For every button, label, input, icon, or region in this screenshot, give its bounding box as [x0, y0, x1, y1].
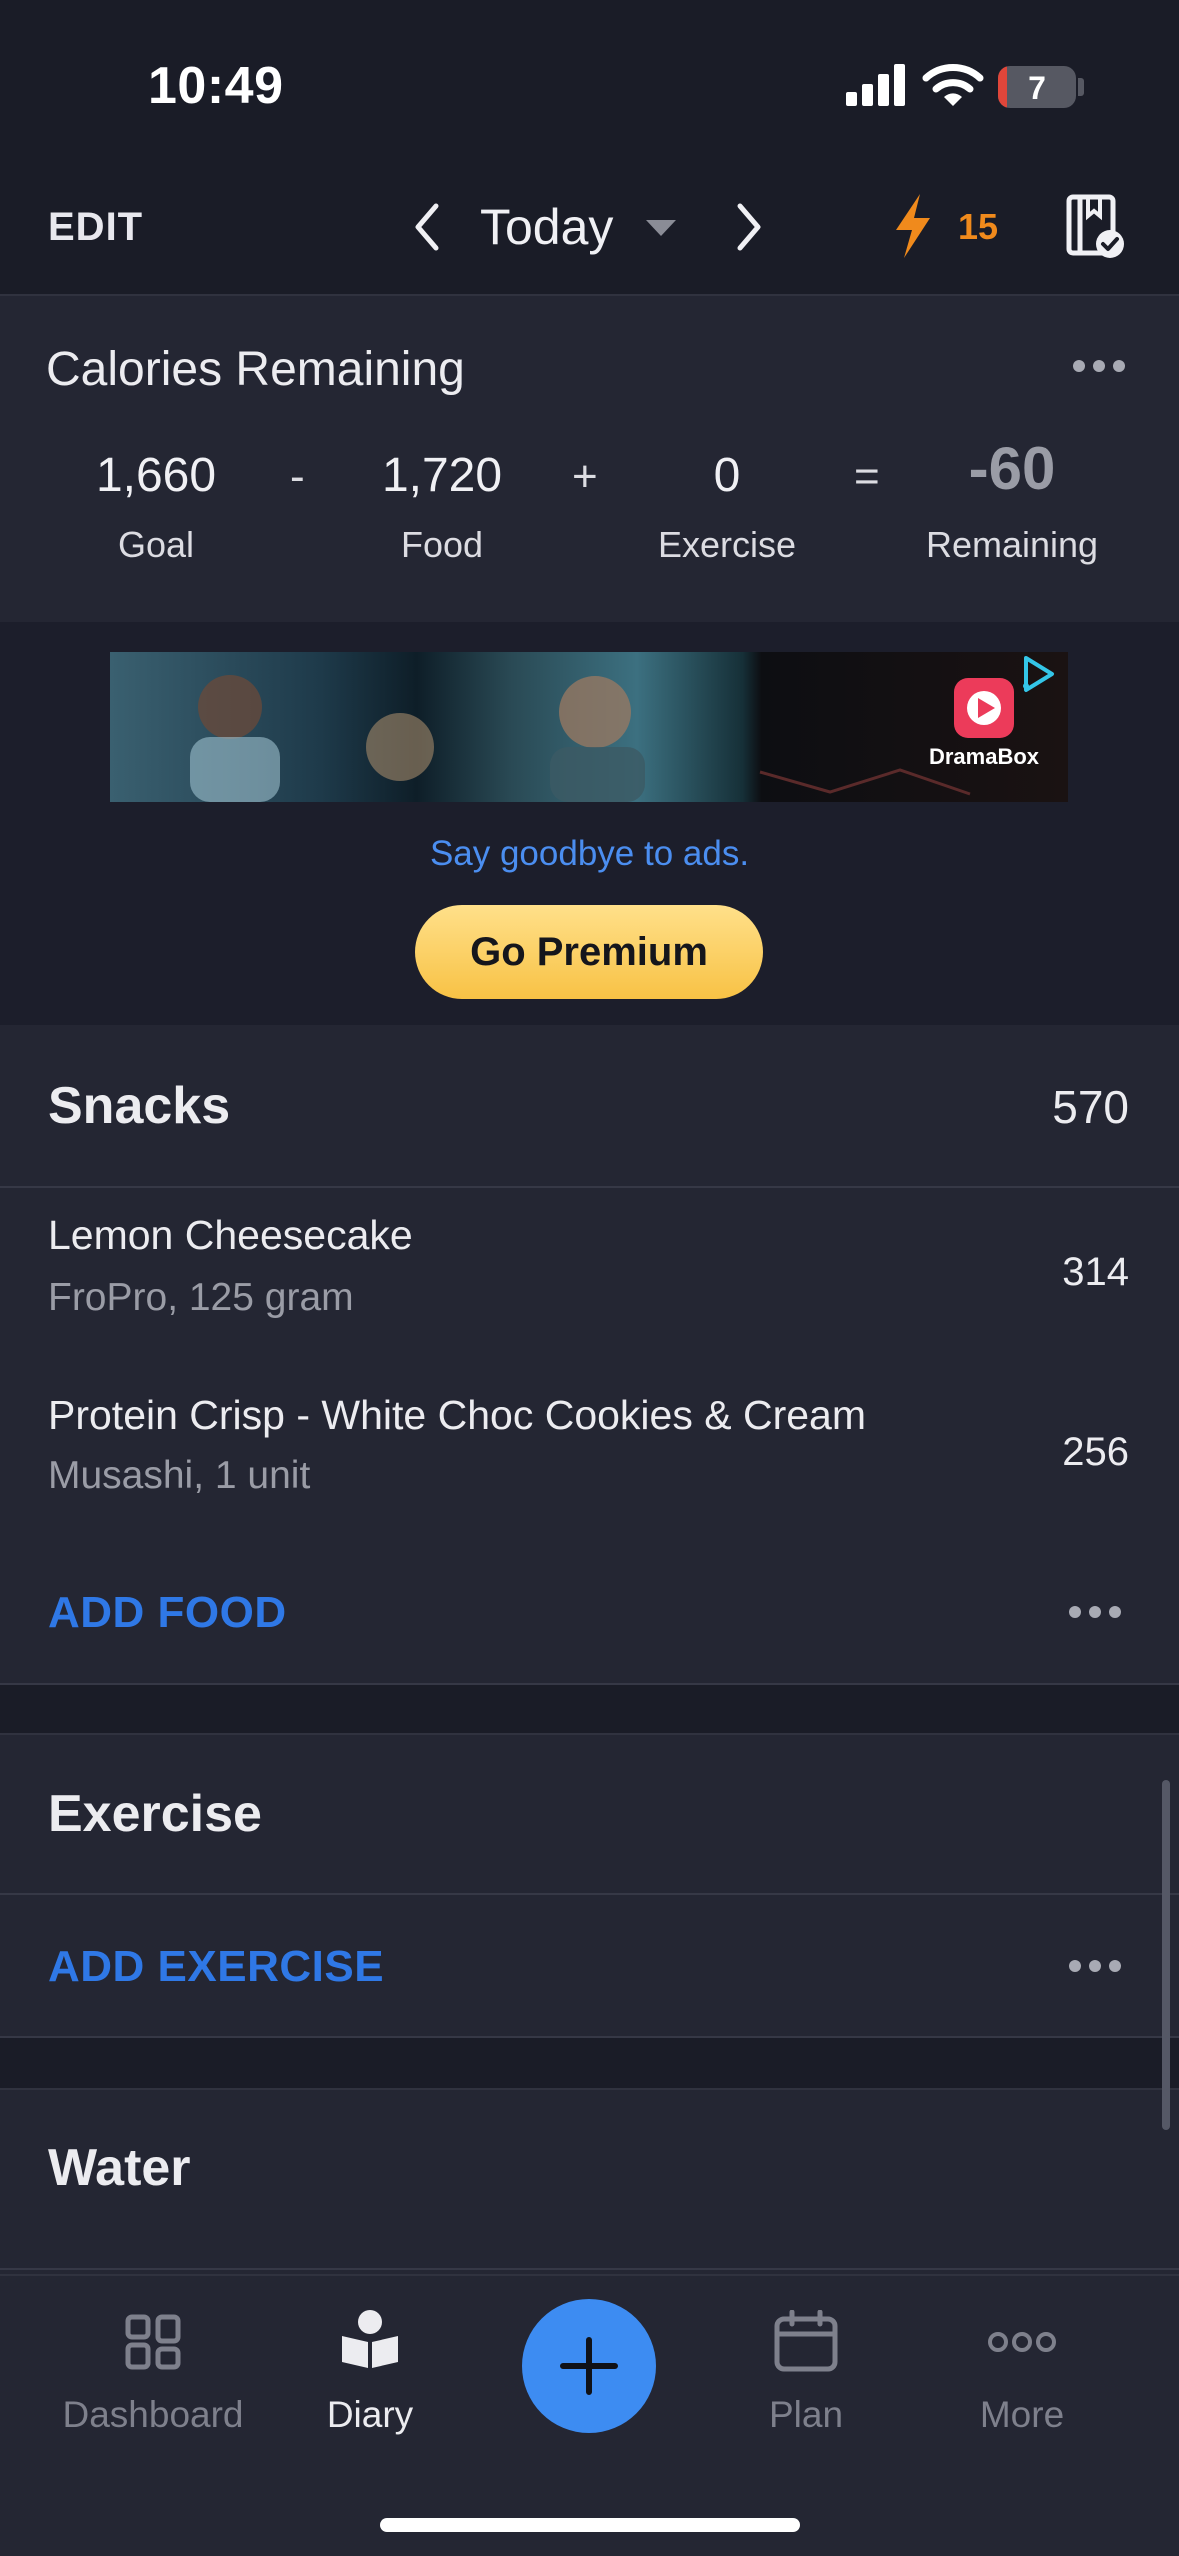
food-name: Lemon Cheesecake	[48, 1212, 413, 1258]
snacks-more-icon[interactable]	[1069, 1606, 1121, 1618]
add-food-button[interactable]: ADD FOOD	[48, 1588, 287, 1638]
ad-choices-icon[interactable]	[1018, 652, 1058, 696]
cellular-signal-icon	[846, 62, 906, 106]
go-premium-button[interactable]: Go Premium	[415, 905, 763, 999]
food-detail: FroPro, 125 gram	[48, 1276, 354, 1319]
lightning-streak-icon[interactable]	[890, 192, 934, 260]
remaining-value: -60	[968, 435, 1056, 502]
exercise-label: Exercise	[657, 524, 797, 565]
tab-label: Plan	[768, 2394, 844, 2435]
tab-label: Diary	[326, 2394, 414, 2435]
equals-operator: =	[854, 452, 880, 501]
tab-label: More	[979, 2394, 1065, 2435]
add-exercise-button[interactable]: ADD EXERCISE	[48, 1942, 384, 1992]
remove-ads-link[interactable]: Say goodbye to ads.	[0, 834, 1179, 874]
ad-brand-name: DramaBox	[928, 744, 1040, 769]
minus-operator: -	[290, 452, 305, 501]
food-calories: 314	[1062, 1250, 1129, 1294]
divider	[0, 1683, 1179, 1685]
exercise-value: 0	[713, 449, 741, 502]
more-icon	[988, 2332, 1056, 2352]
battery-cap	[1078, 78, 1084, 96]
food-label: Food	[400, 524, 484, 565]
food-detail: Musashi, 1 unit	[48, 1454, 311, 1497]
remaining-label: Remaining	[925, 524, 1099, 565]
calendar-icon	[774, 2310, 838, 2372]
status-time: 10:49	[148, 57, 284, 115]
food-log-complete-icon[interactable]	[1066, 194, 1126, 260]
dramabox-logo-icon	[954, 678, 1014, 738]
goal-value: 1,660	[95, 449, 217, 502]
ad-scene-image	[190, 675, 971, 802]
water-title: Water	[48, 2139, 191, 2197]
snacks-title: Snacks	[48, 1077, 231, 1135]
wifi-icon	[922, 64, 984, 106]
divider	[0, 2036, 1179, 2038]
dashboard-icon	[125, 2314, 181, 2370]
divider	[0, 2268, 1179, 2270]
calories-title: Calories Remaining	[46, 343, 465, 396]
plus-icon	[560, 2337, 618, 2395]
exercise-title: Exercise	[48, 1785, 262, 1843]
diary-screen: 10:49 7 EDIT Today 15 Calories Remaining	[0, 0, 1179, 2556]
previous-day-chevron-icon[interactable]	[412, 202, 442, 252]
battery-icon: 7	[998, 66, 1076, 108]
diary-icon	[342, 2310, 398, 2368]
plus-operator: +	[572, 452, 598, 501]
scrollbar[interactable]	[1162, 1780, 1170, 2130]
exercise-more-icon[interactable]	[1069, 1960, 1121, 1972]
chevron-down-icon[interactable]	[644, 218, 678, 238]
divider	[0, 1893, 1179, 1895]
food-name: Protein Crisp - White Choc Cookies & Cre…	[48, 1392, 866, 1438]
date-selector[interactable]: Today	[480, 198, 613, 256]
home-indicator[interactable]	[380, 2518, 800, 2532]
ad-banner[interactable]: DramaBox	[110, 652, 1068, 802]
food-value: 1,720	[381, 449, 503, 502]
snacks-total: 570	[1052, 1081, 1129, 1133]
goal-label: Goal	[117, 524, 195, 565]
edit-button[interactable]: EDIT	[48, 205, 143, 250]
calories-more-icon[interactable]	[1073, 360, 1125, 372]
next-day-chevron-icon[interactable]	[734, 202, 764, 252]
exercise-section	[0, 1733, 1179, 2038]
tab-label: Dashboard	[62, 2394, 244, 2435]
streak-count[interactable]: 15	[958, 206, 998, 248]
battery-level: 7	[1028, 70, 1046, 106]
food-calories: 256	[1062, 1430, 1129, 1474]
